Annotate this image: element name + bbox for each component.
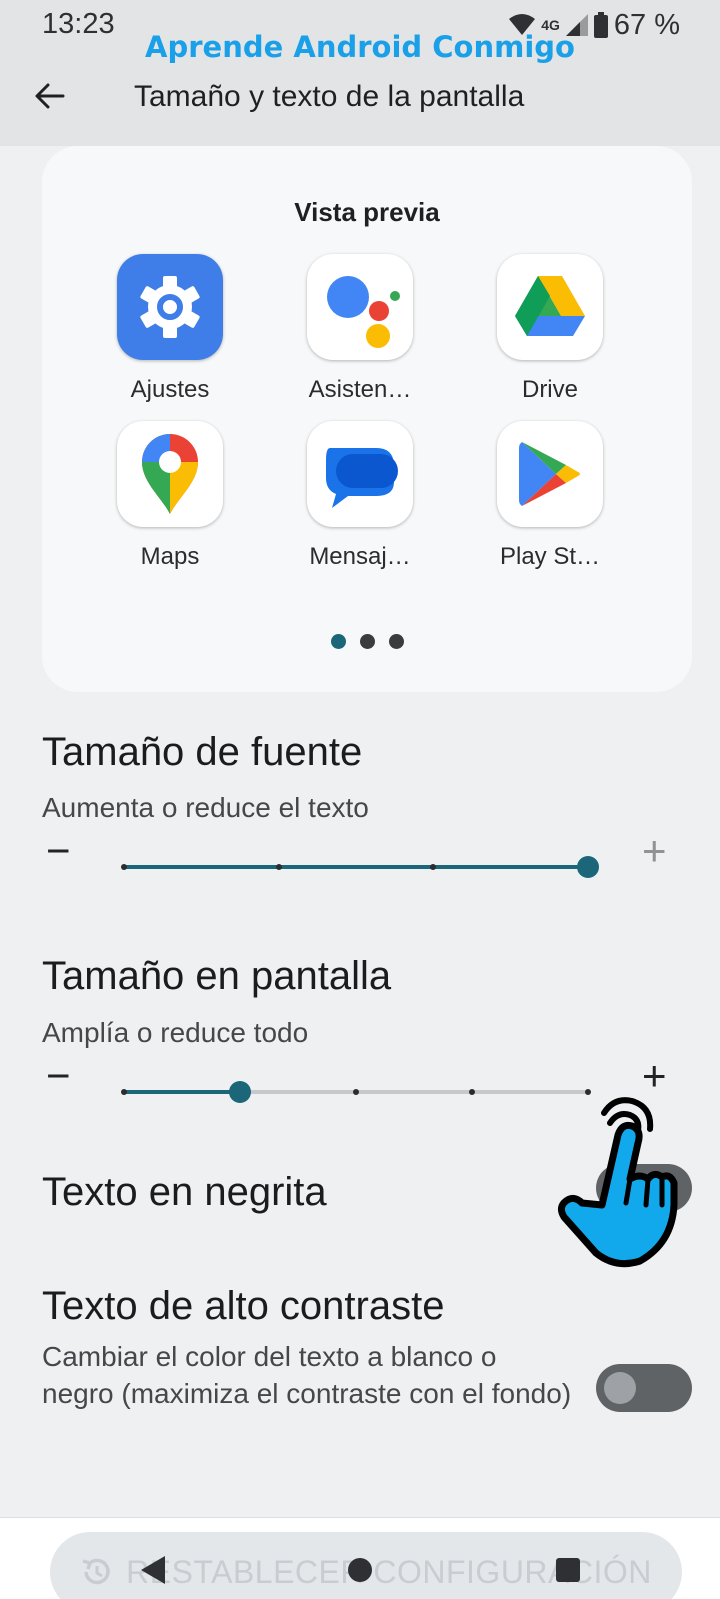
- page-dot[interactable]: [388, 634, 404, 649]
- nav-back-button[interactable]: [122, 1540, 182, 1599]
- arrow-back-icon: [35, 83, 65, 109]
- preview-app-messages: Mensaj…: [270, 421, 450, 571]
- history-icon: [82, 1558, 110, 1585]
- app-label: Asisten…: [308, 376, 412, 403]
- bold-text-title: Texto en negrita: [42, 1170, 327, 1214]
- watermark-text: Aprende Android Conmigo: [145, 30, 575, 64]
- font-size-subtitle: Aumenta o reduce el texto: [42, 792, 369, 823]
- nav-home-button[interactable]: [330, 1540, 390, 1599]
- preview-app-settings: Ajustes: [80, 254, 260, 404]
- slider-fill: [124, 865, 588, 869]
- slider-tick: [353, 1089, 359, 1095]
- back-button[interactable]: [26, 72, 74, 120]
- display-size-decrease-button[interactable]: −: [46, 1055, 71, 1097]
- slider-tick: [121, 864, 127, 870]
- preview-app-maps: Maps: [80, 421, 260, 571]
- page-dot[interactable]: [359, 634, 375, 649]
- app-label: Play St…: [499, 543, 601, 570]
- preview-app-assistant: Asisten…: [270, 254, 450, 404]
- assistant-icon: [307, 254, 413, 360]
- app-label: Mensaj…: [309, 543, 411, 570]
- switch-knob: [604, 1372, 636, 1404]
- slider-fill: [124, 1090, 240, 1094]
- slider-thumb[interactable]: [229, 1081, 251, 1103]
- slider-thumb[interactable]: [577, 856, 599, 878]
- preview-title: Vista previa: [294, 197, 440, 227]
- font-size-slider[interactable]: [121, 852, 599, 882]
- font-size-title: Tamaño de fuente: [42, 730, 363, 774]
- slider-tick: [469, 1089, 475, 1095]
- app-label: Ajustes: [130, 376, 210, 403]
- drive-icon: [497, 254, 603, 360]
- page-title: Tamaño y texto de la pantalla: [134, 80, 525, 113]
- settings-gear-icon: [117, 254, 223, 360]
- slider-tick: [430, 864, 437, 870]
- app-label: Drive: [521, 376, 578, 403]
- high-contrast-title: Texto de alto contraste: [42, 1284, 445, 1328]
- display-size-slider[interactable]: [121, 1077, 591, 1107]
- display-size-increase-button[interactable]: +: [642, 1055, 667, 1097]
- page-dot[interactable]: [330, 634, 346, 649]
- nav-back-icon: [141, 1556, 165, 1584]
- play-store-icon: [497, 421, 603, 527]
- font-size-increase-button[interactable]: +: [642, 830, 667, 872]
- slider-tick: [121, 1089, 127, 1095]
- high-contrast-switch[interactable]: [596, 1364, 692, 1412]
- nav-recents-icon: [556, 1558, 580, 1582]
- nav-recents-button[interactable]: [538, 1540, 598, 1599]
- display-size-subtitle: Amplía o reduce todo: [42, 1017, 309, 1048]
- messages-icon: [307, 421, 413, 527]
- display-size-title: Tamaño en pantalla: [42, 954, 392, 998]
- page-indicator: [42, 634, 692, 649]
- app-label: Maps: [140, 543, 200, 570]
- nav-home-icon: [348, 1558, 372, 1582]
- preview-app-play-store: Play St…: [460, 421, 640, 571]
- high-contrast-subtitle: Cambiar el color del texto a blanco o ne…: [42, 1341, 572, 1409]
- pointer-hand-icon: [557, 1097, 678, 1268]
- preview-app-drive: Drive: [460, 254, 640, 404]
- maps-pin-icon: [117, 421, 223, 527]
- font-size-decrease-button[interactable]: −: [46, 830, 71, 872]
- slider-tick: [275, 864, 282, 870]
